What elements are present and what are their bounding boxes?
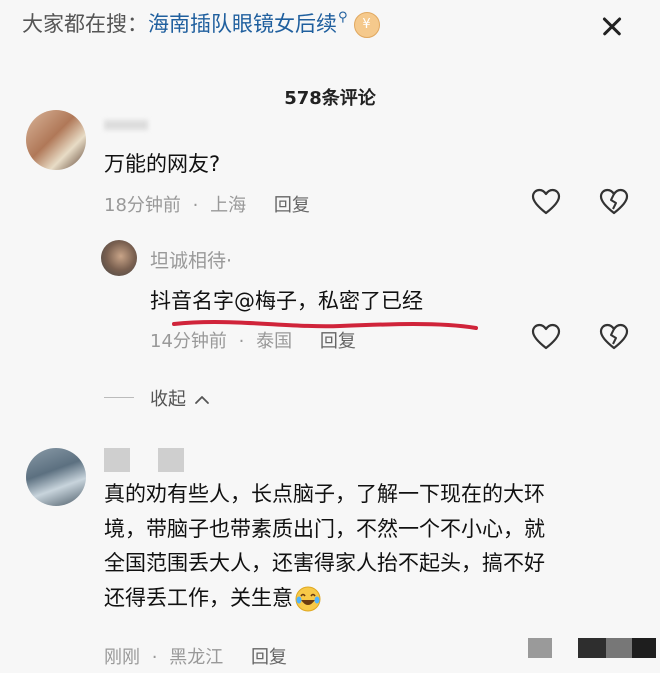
search-term-link[interactable]: 海南插队眼镜女后续 <box>148 12 337 36</box>
comments-count: 578条评论 <box>284 88 376 109</box>
reply-text: 抖音名字@梅子，私密了已经 <box>150 289 423 313</box>
comment-location: 黑龙江 <box>169 647 224 668</box>
divider <box>104 397 134 398</box>
comment-line: 境，带脑子也带素质出门，不然一个不小心，就 <box>104 516 545 541</box>
comment-meta: 刚刚 · 黑龙江 回复 <box>104 643 287 669</box>
badge-blurred <box>158 448 184 472</box>
comment-text: 万能的网友? <box>104 152 221 176</box>
search-suggestion[interactable]: 大家都在搜：海南插队眼镜女后续⚲ ¥ <box>22 8 380 38</box>
search-prefix: 大家都在搜： <box>22 12 148 36</box>
unlike-icon[interactable] <box>599 323 629 351</box>
username-blurred <box>104 448 130 472</box>
meta-separator: · <box>192 195 199 216</box>
heart-icon[interactable] <box>531 188 561 216</box>
comment-meta: 18分钟前 · 上海 回复 <box>104 191 310 217</box>
comment-line: 真的劝有些人，长点脑子，了解一下现在的大环 <box>104 482 545 506</box>
avatar[interactable] <box>26 110 86 170</box>
reply-button[interactable]: 回复 <box>274 195 310 216</box>
reply-button[interactable]: 回复 <box>251 647 287 668</box>
search-icon: ⚲ <box>338 10 348 25</box>
reply-time: 14分钟前 <box>150 331 227 352</box>
mosaic-blur <box>528 638 658 660</box>
comment-line: 还得丢工作，关生意 <box>104 585 293 610</box>
username-blurred <box>104 120 148 130</box>
comment-text: 真的劝有些人，长点脑子，了解一下现在的大环 境，带脑子也带素质出门，不然一个不小… <box>104 477 624 615</box>
avatar[interactable] <box>101 240 137 276</box>
reply-username[interactable]: 坦诚相待· <box>150 246 232 273</box>
collapse-label: 收起 <box>150 389 186 410</box>
laugh-cry-emoji <box>295 586 321 611</box>
comment-time: 18分钟前 <box>104 195 181 216</box>
meta-separator: · <box>238 331 245 352</box>
unlike-icon[interactable] <box>599 188 629 216</box>
coin-icon: ¥ <box>353 12 380 38</box>
avatar[interactable] <box>26 448 86 506</box>
close-icon[interactable] <box>598 12 626 40</box>
reply-meta: 14分钟前 · 泰国 回复 <box>150 327 356 353</box>
comment-line: 全国范围丢大人，还害得家人抬不起头，搞不好 <box>104 551 545 575</box>
reply-location: 泰国 <box>256 331 293 352</box>
chevron-up-icon <box>194 396 209 404</box>
collapse-replies-button[interactable]: 收起 <box>150 385 210 411</box>
comment-time: 刚刚 <box>104 647 140 668</box>
meta-separator: · <box>151 647 158 668</box>
reply-button[interactable]: 回复 <box>320 331 356 352</box>
comment-location: 上海 <box>210 195 247 216</box>
heart-icon[interactable] <box>531 323 561 351</box>
